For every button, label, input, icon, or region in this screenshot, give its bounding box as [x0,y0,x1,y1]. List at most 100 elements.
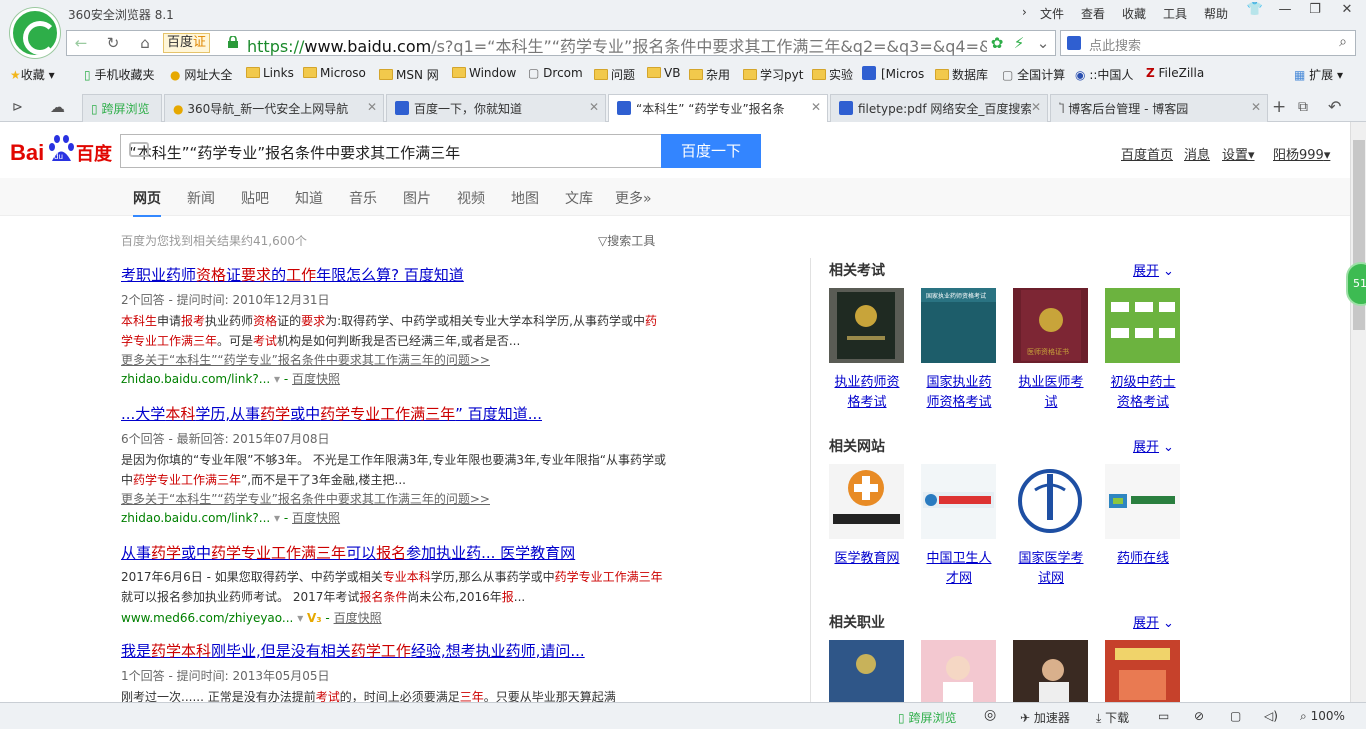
baidu-logo[interactable]: Bai du 百度 [10,130,112,168]
bookmark-shiyan[interactable]: 实验 [812,66,853,83]
card-label[interactable]: 医学教育网 [829,549,905,569]
related-site-card[interactable]: 中国卫生人才网 [921,464,997,589]
menu-help[interactable]: 帮助 [1204,5,1228,22]
related-site-card[interactable]: 药师在线 [1105,464,1181,569]
cross-screen-status[interactable]: ▯ 跨屏浏览 [898,709,956,726]
minimize-button[interactable]: — [1270,0,1300,20]
maximize-button[interactable]: ❐ [1300,0,1330,20]
tab-music[interactable]: 音乐 [349,188,377,208]
accelerator-status[interactable]: ✈ 加速器 [1020,709,1070,726]
bookmark-micros2[interactable]: [Micros [862,66,924,81]
lightning-icon[interactable]: ⚡ [1007,34,1031,52]
menu-favorites[interactable]: 收藏 [1122,5,1146,22]
link-messages[interactable]: 消息 [1184,144,1210,163]
bookmark-database[interactable]: 数据库 [935,66,988,83]
close-button[interactable]: ✕ [1332,0,1362,20]
bookmark-python[interactable]: 学习pyt [743,66,803,83]
url-text[interactable]: https://www.baidu.com/s?q1=“本科生”“药学专业”报名… [247,33,987,57]
download-status[interactable]: ⤓ 下载 [1096,709,1129,726]
bookmark-vb[interactable]: VB [647,66,680,80]
link-baidu-home[interactable]: 百度首页 [1121,144,1173,163]
undo-close-icon[interactable]: ↶ [1328,97,1341,116]
result-url-text[interactable]: zhidao.baidu.com/link?... [121,372,270,386]
related-site-card[interactable]: 国家医学考试网 [1013,464,1089,589]
related-exam-card[interactable]: 国家执业药师资格考试 国家执业药师资格考试 [921,288,997,413]
search-button[interactable]: 百度一下 [661,134,761,168]
tab-wenku[interactable]: 文库 [565,188,593,208]
result-more-link[interactable]: 更多关于“本科生”“药学专业”报名条件中要求其工作满三年的问题>> [121,490,666,507]
dropdown-icon[interactable]: ▾ [297,611,303,625]
result-snapshot-link[interactable]: 百度快照 [292,372,340,386]
baidu-paw-icon[interactable] [1067,36,1081,50]
browser-logo-icon[interactable] [10,8,60,58]
speed-icon[interactable]: ✿ [985,34,1009,52]
camera-icon[interactable] [129,142,149,157]
extensions-button[interactable]: ▦ 扩展 ▾ [1294,66,1343,83]
search-tools-button[interactable]: ▽搜索工具 [598,232,655,249]
related-career-card[interactable] [1105,640,1181,702]
bookmark-wenti[interactable]: 问题 [594,66,635,83]
tab-360nav[interactable]: ● 360导航_新一代安全上网导航 ✕ [164,94,384,122]
bookmark-mobile[interactable]: ▯ 手机收藏夹 [84,66,154,83]
link-settings[interactable]: 设置▾ [1222,144,1255,163]
tab-map[interactable]: 地图 [511,188,539,208]
bookmark-sites[interactable]: ● 网址大全 [170,66,232,83]
bookmark-ncre[interactable]: ▢ 全国计算 [1002,66,1065,83]
result-snapshot-link[interactable]: 百度快照 [334,611,382,625]
close-tab-icon[interactable]: ✕ [589,100,599,114]
bookmark-zhongguoren[interactable]: ◉ ::中国人 [1075,66,1133,83]
result-title[interactable]: 从事药学或中药学专业工作满三年可以报名参加执业药... 医学教育网 [121,542,666,563]
link-user[interactable]: 阳杨999▾ [1273,144,1330,163]
close-tab-icon[interactable]: ✕ [367,100,377,114]
dropdown-icon[interactable]: ⌄ [1031,34,1055,52]
related-exam-card[interactable]: 医师资格证书 执业医师考试 [1013,288,1089,413]
window-icon[interactable]: ▢ [1230,709,1241,723]
tab-baidu-home[interactable]: 百度一下，你就知道 ✕ [386,94,606,122]
expand-link[interactable]: 展开 [1133,260,1174,279]
result-more-link[interactable]: 更多关于“本科生”“药学专业”报名条件中要求其工作满三年的问题>> [121,351,666,368]
bookmark-zayong[interactable]: 杂用 [689,66,730,83]
menu-file[interactable]: 文件 [1040,5,1064,22]
related-site-card[interactable]: 医学教育网 [829,464,905,569]
refresh-icon[interactable]: ↻ [101,34,125,52]
tab-list-icon[interactable]: ⧉ [1298,99,1308,115]
tab-filetype-pdf[interactable]: filetype:pdf 网络安全_百度搜索 ✕ [830,94,1048,122]
card-label[interactable]: 药师在线 [1105,549,1181,569]
bookmark-drcom[interactable]: ▢ Drcom [528,66,583,80]
reading-mode-icon[interactable]: ▭ [1158,709,1169,723]
result-url-text[interactable]: zhidao.baidu.com/link?... [121,511,270,525]
volume-icon[interactable]: ◁) [1264,709,1278,723]
bookmark-msn[interactable]: MSN 网 [379,66,439,83]
close-tab-icon[interactable]: ✕ [1251,100,1261,114]
result-title[interactable]: 我是药学本科刚毕业,但是没有相关药学工作经验,想考执业药师,请问... [121,640,666,661]
search-icon[interactable]: ⌕ [1339,34,1347,50]
bookmark-links[interactable]: Links [246,66,294,80]
card-label[interactable]: 国家执业药师资格考试 [921,373,997,413]
result-snapshot-link[interactable]: 百度快照 [292,511,340,525]
back-icon[interactable]: ← [69,34,93,52]
floating-assistant-badge[interactable]: 51 [1346,262,1366,306]
bookmark-microso[interactable]: Microso [303,66,366,80]
new-tab-icon[interactable]: + [1272,97,1286,117]
expand-link[interactable]: 展开 [1133,436,1174,455]
sidebar-toggle-icon[interactable]: ⊳ [12,100,23,115]
home-icon[interactable]: ⌂ [133,34,157,52]
related-exam-card[interactable]: 初级中药士资格考试 [1105,288,1181,413]
related-career-card[interactable] [1013,640,1089,702]
tab-cross-screen[interactable]: ▯ 跨屏浏览 [82,94,162,122]
result-title[interactable]: 考职业药师资格证要求的工作年限怎么算? 百度知道 [121,264,666,285]
dropdown-icon[interactable]: ▾ [274,511,280,525]
skin-icon[interactable]: 👕 [1240,0,1270,20]
result-title[interactable]: ...大学本科学历,从事药学或中药学专业工作满三年” 百度知道... [121,403,666,424]
tab-cnblogs[interactable]: Ⴈ 博客后台管理 - 博客园 ✕ [1050,94,1268,122]
tab-more[interactable]: 更多» [615,188,652,208]
bookmark-window[interactable]: Window [452,66,516,80]
tab-current-search[interactable]: “本科生” “药学专业”报名条 ✕ [608,94,828,122]
zoom-status[interactable]: ⌕ 100% [1300,709,1345,724]
bookmark-favorites[interactable]: ★收藏 ▾ [10,66,55,83]
result-url-text[interactable]: www.med66.com/zhiyeyao... [121,611,293,625]
chevron-right-icon[interactable]: › [1022,5,1027,19]
search-box[interactable]: 点此搜索 ⌕ [1060,30,1356,56]
menu-tools[interactable]: 工具 [1163,5,1187,22]
tab-zhidao[interactable]: 知道 [295,188,323,208]
